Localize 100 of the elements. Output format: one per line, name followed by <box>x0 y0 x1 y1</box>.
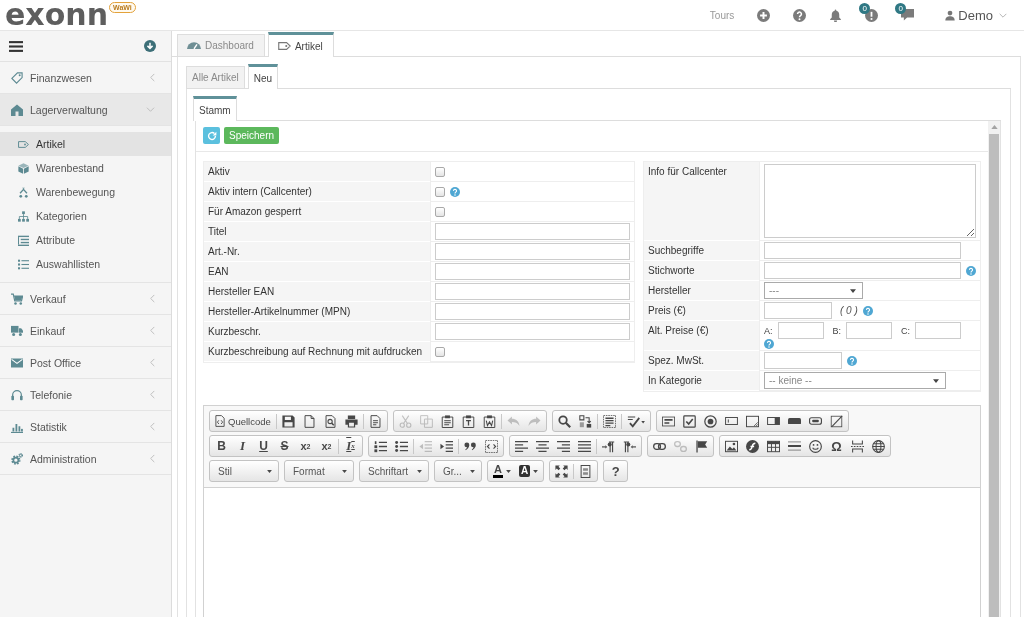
format-dropdown[interactable]: Format <box>284 460 354 482</box>
text-color-button[interactable]: A <box>489 461 515 481</box>
print-icon[interactable] <box>344 414 358 428</box>
text-field[interactable] <box>435 263 630 280</box>
checkbox[interactable] <box>435 166 445 177</box>
text-field[interactable] <box>435 283 630 300</box>
text-field-icon[interactable] <box>724 417 738 425</box>
superscript-button[interactable]: x$^{2}$ <box>316 436 337 456</box>
help-icon[interactable] <box>764 339 774 349</box>
text-field[interactable] <box>764 352 842 369</box>
menu-item[interactable]: Telefonie <box>0 379 171 411</box>
select-field-icon[interactable] <box>766 417 780 425</box>
scrollbar-thumb[interactable] <box>989 134 999 617</box>
tab[interactable]: Neu <box>247 64 279 89</box>
underline-button[interactable]: U <box>253 436 274 456</box>
chat-icon[interactable] <box>901 9 915 21</box>
maximize-icon[interactable] <box>555 464 569 478</box>
paste-icon[interactable] <box>440 414 454 428</box>
help-icon[interactable] <box>847 355 857 366</box>
font-dropdown[interactable]: Schriftart <box>359 460 429 482</box>
submenu-item[interactable]: Kategorien <box>0 204 171 228</box>
submenu-item[interactable]: Auswahllisten <box>0 252 171 276</box>
checkbox[interactable] <box>435 186 445 197</box>
table-icon[interactable] <box>767 439 780 453</box>
alert-icon[interactable] <box>865 8 879 22</box>
strikethrough-button[interactable]: S <box>274 436 295 456</box>
replace-icon[interactable] <box>578 414 592 428</box>
italic-button[interactable]: I <box>232 436 253 456</box>
price-field[interactable] <box>764 302 832 319</box>
bold-button[interactable]: B <box>211 436 232 456</box>
templates-icon[interactable] <box>368 414 382 428</box>
text-direction-rtl-icon[interactable] <box>623 439 636 453</box>
checkbox[interactable] <box>435 206 445 217</box>
dropdown[interactable]: -- keine -- <box>764 372 946 389</box>
horizontal-line-icon[interactable] <box>788 441 801 451</box>
show-blocks-icon[interactable] <box>579 464 593 478</box>
help-icon[interactable] <box>450 186 460 197</box>
menu-item[interactable]: Administration <box>0 443 171 475</box>
new-page-icon[interactable] <box>302 414 316 428</box>
preview-icon[interactable] <box>323 414 337 428</box>
bell-icon[interactable] <box>829 8 843 22</box>
align-justify-icon[interactable] <box>578 439 591 453</box>
add-icon[interactable] <box>757 8 771 22</box>
page-break-icon[interactable] <box>851 439 864 453</box>
button-icon[interactable] <box>787 417 801 425</box>
special-character-button[interactable]: Ω <box>826 436 847 456</box>
radio-button-icon[interactable] <box>703 414 717 428</box>
textarea-icon[interactable] <box>745 414 759 428</box>
bulleted-list-icon[interactable] <box>395 439 408 453</box>
submenu-item[interactable]: Warenbewegung <box>0 180 171 204</box>
source-button[interactable]: Quellcode <box>211 411 275 431</box>
menu-item[interactable]: Statistik <box>0 411 171 443</box>
price-field[interactable] <box>777 322 824 339</box>
flag-icon[interactable] <box>695 439 708 453</box>
div-container-icon[interactable] <box>485 439 498 453</box>
smiley-icon[interactable] <box>809 439 822 453</box>
menu-item[interactable]: Post Office <box>0 347 171 379</box>
align-right-icon[interactable] <box>557 439 570 453</box>
checkbox[interactable] <box>435 346 445 357</box>
textarea-field[interactable] <box>764 164 976 238</box>
menu-item[interactable]: Verkauf <box>0 283 171 315</box>
style-dropdown[interactable]: Stil <box>209 460 279 482</box>
align-center-icon[interactable] <box>536 439 549 453</box>
flash-icon[interactable] <box>746 439 759 453</box>
arrow-down-circle-icon[interactable] <box>144 40 156 52</box>
help-icon[interactable] <box>793 8 807 22</box>
save-icon[interactable] <box>281 414 295 428</box>
checkbox-icon[interactable] <box>682 414 696 428</box>
form-icon[interactable] <box>661 414 675 428</box>
price-field[interactable] <box>915 322 962 339</box>
paste-word-icon[interactable] <box>482 414 496 428</box>
image-icon[interactable] <box>725 439 738 453</box>
numbered-list-icon[interactable] <box>374 439 387 453</box>
select-all-icon[interactable] <box>602 414 616 428</box>
text-field[interactable] <box>764 262 961 279</box>
globe-icon[interactable] <box>872 439 885 453</box>
align-left-icon[interactable] <box>515 439 528 453</box>
user-menu[interactable]: Demo <box>945 7 1007 23</box>
paste-text-icon[interactable] <box>461 414 475 428</box>
tab[interactable]: Artikel <box>267 32 334 57</box>
submenu-item[interactable]: Warenbestand <box>0 156 171 180</box>
text-field[interactable] <box>435 243 630 260</box>
hidden-field-icon[interactable] <box>829 414 843 428</box>
tab[interactable]: Stamm <box>193 96 237 121</box>
menu-item[interactable]: Einkauf <box>0 315 171 347</box>
price-field[interactable] <box>846 322 893 339</box>
search-icon[interactable] <box>557 414 571 428</box>
scrollbar-track[interactable] <box>988 121 1000 617</box>
text-field[interactable] <box>435 323 630 340</box>
text-field[interactable] <box>435 303 630 320</box>
submenu-item[interactable]: Attribute <box>0 228 171 252</box>
indent-icon[interactable] <box>440 439 453 453</box>
quote-icon[interactable] <box>464 439 477 453</box>
dropdown[interactable]: --- <box>764 282 863 299</box>
help-icon[interactable] <box>862 305 873 316</box>
image-button-icon[interactable] <box>808 417 822 425</box>
text-direction-ltr-icon[interactable] <box>602 439 615 453</box>
submenu-item[interactable]: Artikel <box>0 132 171 156</box>
about-button[interactable]: ? <box>605 461 627 481</box>
logo-text[interactable]: exonn <box>5 0 109 30</box>
